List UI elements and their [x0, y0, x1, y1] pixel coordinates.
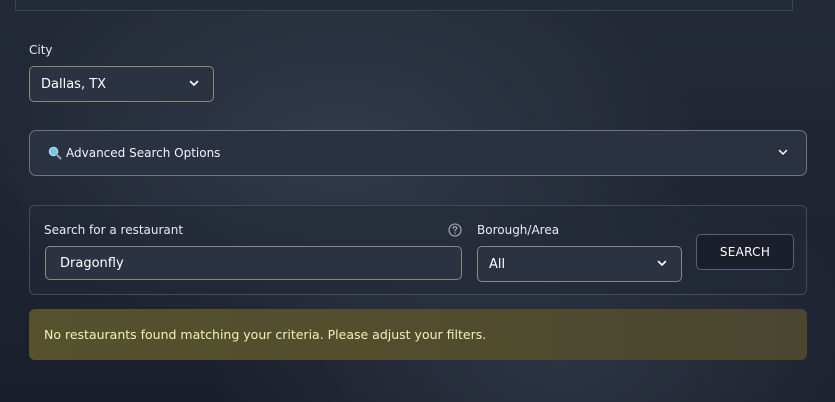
city-selected-value: Dallas, TX: [41, 76, 107, 92]
borough-label: Borough/Area: [477, 223, 560, 237]
chevron-down-icon: [657, 260, 667, 266]
search-label: Search for a restaurant: [44, 223, 184, 237]
no-results-alert: No restaurants found matching your crite…: [29, 309, 807, 360]
advanced-search-expander[interactable]: Advanced Search Options: [29, 130, 807, 176]
city-label: City: [29, 43, 53, 57]
chevron-down-icon: [189, 80, 199, 86]
search-button[interactable]: SEARCH: [696, 234, 794, 270]
search-button-label: SEARCH: [719, 245, 771, 259]
borough-selected-value: All: [489, 256, 506, 272]
city-select[interactable]: Dallas, TX: [29, 66, 214, 102]
search-input[interactable]: [45, 246, 462, 280]
magnifier-icon: [48, 146, 62, 160]
top-panel: [15, 0, 793, 11]
question-circle-icon[interactable]: [448, 223, 462, 237]
search-form: Search for a restaurant Borough/Area All…: [29, 205, 807, 295]
advanced-search-label: Advanced Search Options: [66, 146, 221, 160]
alert-message: No restaurants found matching your crite…: [44, 327, 487, 342]
borough-select[interactable]: All: [477, 246, 682, 282]
chevron-down-icon: [778, 149, 788, 155]
